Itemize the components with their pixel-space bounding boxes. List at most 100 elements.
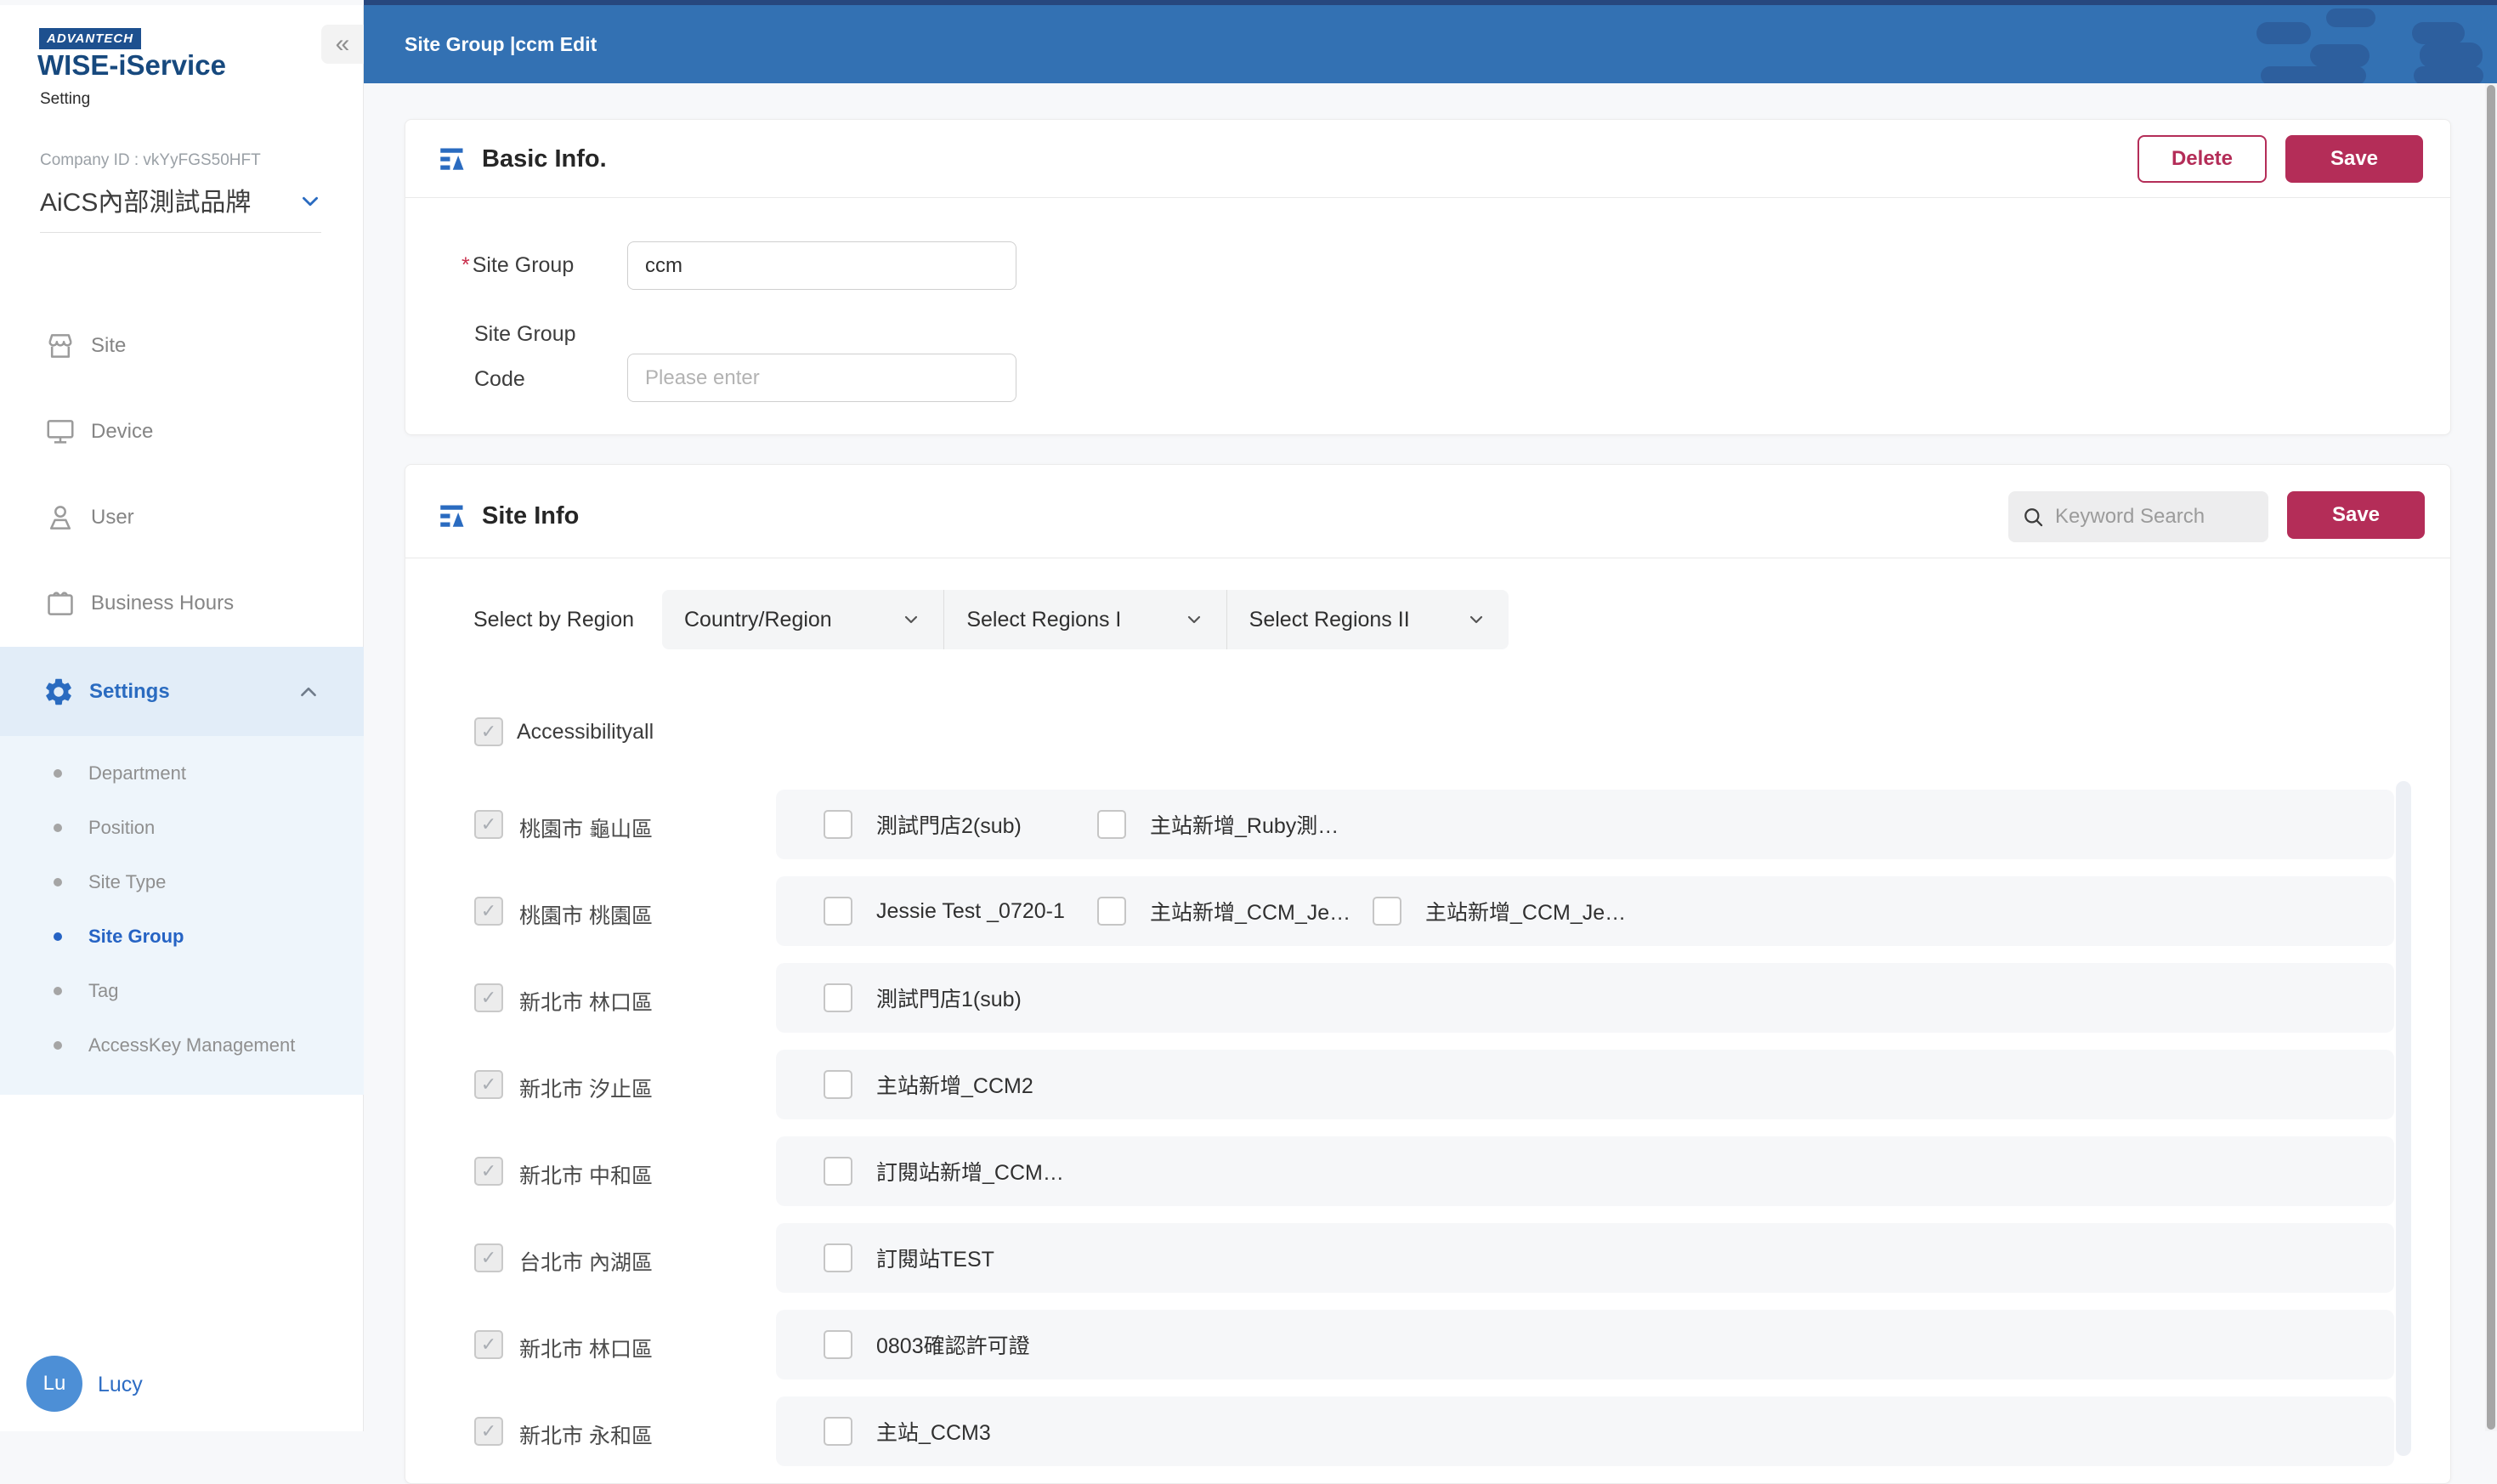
site-checkbox[interactable]: [824, 1417, 852, 1446]
chevron-up-icon: [297, 681, 320, 703]
site-panel: 測試門店2(sub) 主站新增_Ruby測…: [776, 790, 2394, 859]
brand-chevron-down-icon[interactable]: [299, 190, 321, 212]
site-checkbox[interactable]: [824, 1157, 852, 1186]
settings-subitem-label: AccessKey Management: [88, 1034, 295, 1056]
site-checkbox[interactable]: [1097, 897, 1126, 926]
app-subtitle: Setting: [40, 90, 90, 109]
site-label: 訂閱站新增_CCM…: [876, 1156, 1064, 1187]
region-dropdown-group: Country/RegionSelect Regions ISelect Reg…: [662, 590, 1509, 649]
site-item: 主站新增_CCM_Je…: [1097, 876, 1350, 946]
site-item: 主站新增_CCM2: [824, 1050, 1033, 1119]
calendar-icon: [44, 587, 76, 620]
bullet-icon: [54, 932, 62, 941]
settings-subitem-label: Department: [88, 762, 186, 784]
page-scrollbar-thumb[interactable]: [2487, 85, 2495, 1430]
brand-name: AiCS內部測試品牌: [40, 181, 251, 218]
bullet-icon: [54, 1041, 62, 1050]
region-row: ✓新北市 林口區測試門店1(sub): [405, 954, 2450, 1041]
site-panel: 測試門店1(sub): [776, 963, 2394, 1033]
sidebar-item-device[interactable]: Device: [0, 388, 364, 474]
region-label: 新北市 永和區: [519, 1419, 653, 1450]
site-panel: 主站_CCM3: [776, 1396, 2394, 1466]
redacted-pill: [2261, 66, 2366, 85]
sidebar-divider: [40, 232, 321, 233]
site-label: 訂閱站TEST: [876, 1243, 994, 1273]
storefront-icon: [44, 330, 76, 362]
sidebar-collapse-button[interactable]: «: [321, 25, 364, 64]
region-row: ✓新北市 汐止區主站新增_CCM2: [405, 1041, 2450, 1128]
site-label: 主站新增_CCM2: [876, 1069, 1033, 1100]
sidebar: ADVANTECH WISE-iService Setting « Compan…: [0, 5, 364, 1431]
page-scrollbar: [2485, 83, 2497, 1431]
settings-subitem-department[interactable]: Department: [0, 746, 364, 801]
delete-button[interactable]: Delete: [2137, 135, 2267, 183]
chevron-down-icon: [1184, 609, 1204, 630]
site-checkbox[interactable]: [824, 810, 852, 839]
redacted-pill: [2326, 8, 2375, 27]
site-checkbox[interactable]: [824, 897, 852, 926]
sidebar-item-site[interactable]: Site: [0, 303, 364, 388]
site-group-code-input[interactable]: [627, 354, 1016, 402]
site-checkbox[interactable]: [1097, 810, 1126, 839]
settings-subitem-position[interactable]: Position: [0, 801, 364, 855]
region-label: 新北市 中和區: [519, 1159, 653, 1190]
user-name-link[interactable]: Lucy: [98, 1373, 143, 1397]
region-label: 桃園市 桃園區: [519, 899, 653, 930]
region-label: 台北市 內湖區: [519, 1246, 653, 1277]
region-label: 桃園市 龜山區: [519, 813, 653, 843]
site-item: 測試門店2(sub): [824, 790, 1022, 859]
redacted-pill: [2310, 44, 2370, 67]
site-checkbox[interactable]: [824, 1330, 852, 1359]
sidebar-item-business-hours[interactable]: Business Hours: [0, 560, 364, 646]
region-dropdown-2[interactable]: Select Regions I: [943, 590, 1226, 649]
region-checkbox: ✓: [474, 1157, 503, 1186]
save-button[interactable]: Save: [2285, 135, 2423, 183]
bullet-icon: [54, 878, 62, 886]
settings-subitem-site-type[interactable]: Site Type: [0, 855, 364, 909]
site-panel: 訂閱站TEST: [776, 1223, 2394, 1293]
list-scrollbar-track[interactable]: [2396, 781, 2411, 1456]
sidebar-item-user[interactable]: User: [0, 474, 364, 560]
bullet-icon: [54, 769, 62, 778]
region-dropdown-3[interactable]: Select Regions II: [1226, 590, 1509, 649]
region-dropdown-1[interactable]: Country/Region: [662, 590, 943, 649]
site-panel: 0803確認許可證: [776, 1310, 2394, 1379]
advantech-logo: ADVANTECH: [39, 28, 141, 49]
sidebar-item-label: Device: [91, 420, 153, 444]
site-label: 主站新增_CCM_Je…: [1150, 896, 1350, 926]
site-label: 0803確認許可證: [876, 1329, 1030, 1360]
product-title: WISE-iService: [37, 49, 226, 82]
site-checkbox[interactable]: [824, 983, 852, 1012]
region-checkbox: ✓: [474, 897, 503, 926]
region-label: 新北市 汐止區: [519, 1073, 653, 1103]
sidebar-item-settings[interactable]: Settings: [0, 647, 364, 736]
region-label: 新北市 林口區: [519, 986, 653, 1017]
settings-subitem-tag[interactable]: Tag: [0, 964, 364, 1018]
keyword-search-box[interactable]: [2008, 491, 2268, 542]
site-label: 主站_CCM3: [876, 1416, 991, 1447]
bullet-icon: [54, 987, 62, 995]
sidebar-item-label: Site: [91, 334, 126, 358]
site-checkbox[interactable]: [824, 1070, 852, 1099]
region-label: 新北市 林口區: [519, 1333, 653, 1363]
keyword-search-input[interactable]: [2055, 505, 2251, 529]
settings-subitem-label: Position: [88, 817, 155, 839]
site-item: 0803確認許可證: [824, 1310, 1030, 1379]
site-panel: 訂閱站新增_CCM…: [776, 1136, 2394, 1206]
chevron-down-icon: [1466, 609, 1486, 630]
monitor-icon: [44, 416, 76, 448]
settings-subitem-accesskey-management[interactable]: AccessKey Management: [0, 1018, 364, 1073]
site-group-input[interactable]: [627, 241, 1016, 290]
avatar[interactable]: Lu: [26, 1356, 82, 1412]
region-row: ✓桃園市 桃園區Jessie Test _0720-1主站新增_CCM_Je…主…: [405, 868, 2450, 954]
settings-subitem-site-group[interactable]: Site Group: [0, 909, 364, 964]
site-item: 主站新增_Ruby測…: [1097, 790, 1339, 859]
site-checkbox[interactable]: [1373, 897, 1401, 926]
section-bars-icon: [439, 503, 465, 529]
site-info-save-button[interactable]: Save: [2287, 491, 2425, 539]
redacted-pill: [2420, 42, 2483, 68]
site-checkbox[interactable]: [824, 1243, 852, 1272]
settings-subitem-label: Site Group: [88, 926, 184, 948]
basic-info-title: Basic Info.: [482, 145, 607, 173]
sidebar-item-label: Business Hours: [91, 592, 234, 615]
